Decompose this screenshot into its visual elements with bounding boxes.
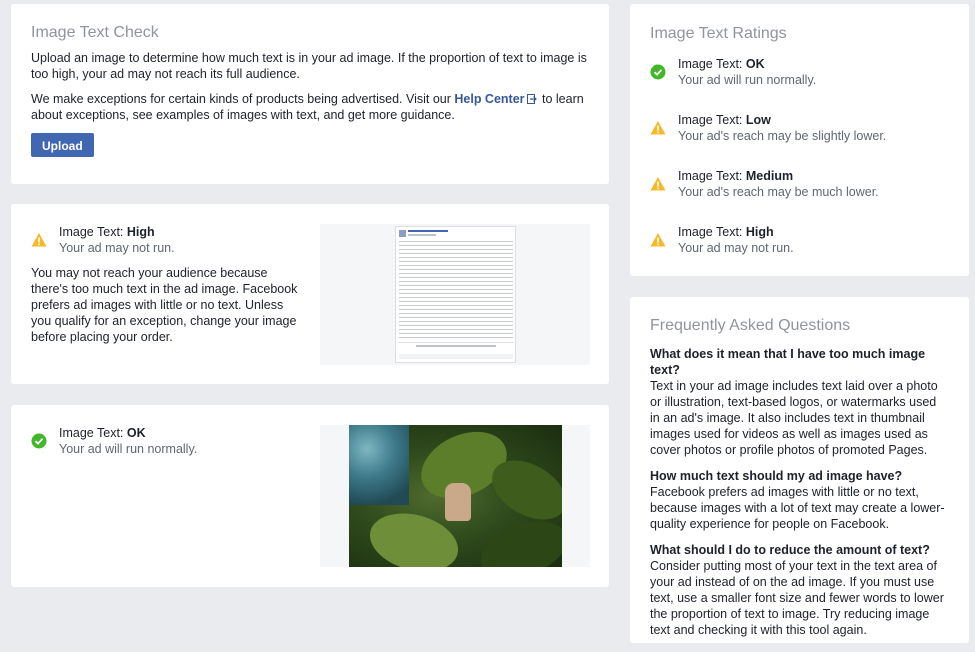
faq-item: What should I do to reduce the amount of…	[650, 542, 949, 638]
result-high-text: Image Text: High Your ad may not run.	[59, 224, 175, 256]
facebook-post-image	[395, 226, 516, 363]
rating-low: Image Text: Low Your ad's reach may be s…	[650, 112, 886, 144]
result-ok-label: Image Text: OK	[59, 426, 146, 440]
card-title: Image Text Check	[31, 24, 159, 41]
image-text-ratings-card: Image Text Ratings Image Text: OK Your a…	[630, 4, 969, 276]
rating-text: Image Text: OK Your ad will run normally…	[678, 56, 816, 88]
photo-thumb	[445, 483, 471, 521]
rating-label: Image Text: High	[678, 225, 774, 239]
result-high-body: You may not reach your audience because …	[31, 266, 298, 344]
result-ok-text: Image Text: OK Your ad will run normally…	[59, 425, 197, 457]
post-text-lines	[399, 241, 513, 339]
result-high-sub: Your ad may not run.	[59, 241, 175, 255]
rating-high: Image Text: High Your ad may not run.	[650, 224, 794, 256]
intro-text: Upload an image to determine how much te…	[31, 51, 587, 81]
plant-photo	[349, 425, 562, 567]
rating-sub: Your ad's reach may be slightly lower.	[678, 129, 887, 143]
upload-button[interactable]: Upload	[31, 133, 94, 157]
faq-answer: Consider putting most of your text in th…	[650, 559, 944, 637]
rating-ok: Image Text: OK Your ad will run normally…	[650, 56, 816, 88]
result-ok-sub: Your ad will run normally.	[59, 442, 198, 456]
check-circle-icon	[31, 433, 47, 449]
card-title: Image Text Ratings	[650, 25, 787, 42]
result-high-card: Image Text: High Your ad may not run. Yo…	[11, 204, 609, 384]
exceptions-text: We make exceptions for certain kinds of …	[31, 91, 589, 123]
rating-label: Image Text: OK	[678, 57, 765, 71]
ad-image-preview-ok	[320, 425, 590, 567]
check-circle-icon	[650, 64, 666, 80]
warning-icon	[650, 177, 666, 191]
faq-question: What should I do to reduce the amount of…	[650, 543, 930, 557]
faq-question: How much text should my ad image have?	[650, 469, 903, 483]
rating-sub: Your ad may not run.	[678, 241, 794, 255]
image-text-check-card: Image Text Check Upload an image to dete…	[11, 4, 609, 184]
post-comment-line	[399, 354, 513, 359]
faq-question: What does it mean that I have too much i…	[650, 347, 926, 377]
exceptions-text-before: We make exceptions for certain kinds of …	[31, 92, 455, 106]
help-center-link[interactable]: Help Center	[454, 92, 524, 106]
post-divider	[399, 342, 513, 343]
post-avatar	[399, 230, 406, 237]
rating-label: Image Text: Medium	[678, 169, 794, 183]
rating-text: Image Text: Low Your ad's reach may be s…	[678, 112, 886, 144]
faq-item: How much text should my ad image have? F…	[650, 468, 949, 532]
rating-text: Image Text: Medium Your ad's reach may b…	[678, 168, 879, 200]
warning-icon	[650, 121, 666, 135]
faq-card: Frequently Asked Questions What does it …	[630, 297, 969, 643]
ad-image-preview-high	[320, 224, 590, 365]
rating-sub: Your ad's reach may be much lower.	[678, 185, 879, 199]
rating-medium: Image Text: Medium Your ad's reach may b…	[650, 168, 879, 200]
card-title: Frequently Asked Questions	[650, 317, 851, 334]
result-ok-card: Image Text: OK Your ad will run normally…	[11, 405, 609, 587]
post-header-line	[408, 230, 448, 232]
rating-sub: Your ad will run normally.	[678, 73, 817, 87]
external-link-icon	[526, 94, 537, 104]
faq-answer: Facebook prefers ad images with little o…	[650, 485, 945, 531]
result-high-label: Image Text: High	[59, 225, 155, 239]
post-header-line	[408, 234, 436, 236]
rating-text: Image Text: High Your ad may not run.	[678, 224, 794, 256]
faq-answer: Text in your ad image includes text laid…	[650, 379, 938, 457]
rating-label: Image Text: Low	[678, 113, 771, 127]
warning-icon	[650, 233, 666, 247]
post-actions-line	[416, 345, 496, 347]
warning-icon	[31, 233, 47, 247]
photo-leaves	[349, 425, 409, 505]
faq-item: What does it mean that I have too much i…	[650, 346, 949, 458]
result-ok-rating: Image Text: OK Your ad will run normally…	[31, 425, 197, 457]
result-high-rating: Image Text: High Your ad may not run.	[31, 224, 175, 256]
